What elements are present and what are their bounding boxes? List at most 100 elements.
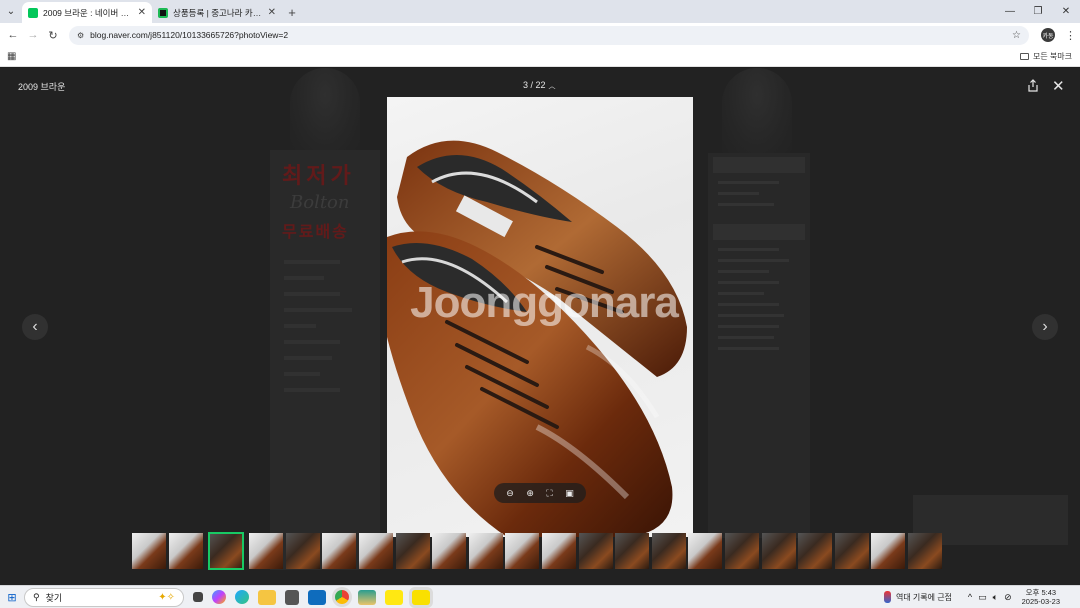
back-icon[interactable]: ← [3, 29, 23, 41]
viewer-title: 2009 브라운 [18, 82, 66, 92]
naver-blog-favicon-icon [28, 7, 38, 18]
minimize-icon[interactable]: — [996, 6, 1024, 17]
background-figure [722, 68, 792, 158]
thumbnail[interactable] [322, 533, 357, 569]
background-banner-line2: Bolton [290, 192, 350, 213]
thumbnail[interactable] [358, 533, 393, 569]
forward-icon[interactable]: → [23, 29, 43, 41]
thumbnail[interactable] [168, 533, 203, 569]
all-bookmarks-button[interactable]: 모든 북마크 [1019, 51, 1072, 62]
previous-photo-button[interactable]: ‹ [22, 314, 48, 340]
bookmarks-bar: ▦ 모든 북마크 [0, 47, 1080, 67]
apps-grid-icon[interactable]: ▦ [7, 51, 16, 62]
taskbar-search[interactable]: ⚲ 찾기 ✦✧ [24, 587, 184, 607]
app-stack-icon[interactable] [358, 589, 376, 605]
chevron-up-icon: ︿ [548, 83, 556, 90]
close-tab-icon[interactable]: ✕ [268, 7, 276, 18]
thumbnail[interactable] [871, 533, 906, 569]
tab-naver-blog[interactable]: 2009 브라운 : 네이버 블로그 ✕ [22, 2, 152, 23]
network-icon[interactable]: ▭ [978, 592, 987, 603]
share-icon[interactable] [1027, 79, 1039, 92]
menu-kebab-icon[interactable]: ⋮ [1065, 29, 1076, 42]
windows-start-icon[interactable]: ⊞ [0, 591, 24, 604]
weather-thermometer-icon [883, 591, 891, 603]
thumbnail[interactable] [907, 533, 942, 569]
photo-counter-text: 3 / 22 [523, 80, 546, 90]
background-banner-line3: 무료배송 [282, 224, 349, 241]
thumbnail[interactable] [249, 533, 284, 569]
photo-viewer: 최저가 Bolton 무료배송 2009 브라운 3 / 22︿ ✕ ‹ › [0, 68, 1080, 585]
background-figure [290, 68, 360, 158]
tab-search-chevron-icon[interactable]: ⌄ [0, 0, 22, 23]
tab-joonggonara[interactable]: 상품등록 | 중고나라 카페에서 ✕ [152, 2, 282, 23]
close-window-icon[interactable]: ✕ [1052, 6, 1080, 17]
thumbnail[interactable] [468, 533, 503, 569]
thumbnail[interactable] [505, 533, 540, 569]
zoom-in-icon[interactable]: ⊕ [526, 488, 534, 499]
thumbnail[interactable] [432, 533, 467, 569]
restore-icon[interactable]: ❐ [1024, 6, 1052, 17]
background-blog-sidebar: 최저가 Bolton 무료배송 [270, 150, 380, 570]
volume-icon[interactable]: 🔈︎ [993, 592, 998, 603]
address-bar[interactable]: ⚙ blog.naver.com/j851120/10133665726?pho… [69, 25, 1029, 45]
zoom-out-icon[interactable]: ⊖ [506, 488, 514, 499]
thumbnail[interactable] [834, 533, 869, 569]
photo-watermark: Joonggonara [410, 278, 679, 327]
thumbnail-strip [132, 532, 944, 570]
new-tab-button[interactable]: + [282, 2, 302, 23]
thumbnail[interactable] [798, 533, 833, 569]
copilot-sparkle-icon: ✦✧ [158, 591, 175, 603]
search-placeholder: 찾기 [45, 592, 63, 603]
background-banner-line1: 최저가 [282, 163, 355, 188]
thumbnail[interactable] [724, 533, 759, 569]
tab-label: 상품등록 | 중고나라 카페에서 [173, 7, 264, 18]
photo-counter[interactable]: 3 / 22 ︿ [523, 80, 556, 91]
kakao-icon[interactable] [385, 589, 403, 605]
joonggonara-favicon-icon [158, 7, 168, 18]
thumbnail-selected[interactable] [208, 532, 245, 570]
chrome-icon[interactable] [335, 590, 349, 604]
window-controls: — ❐ ✕ [996, 0, 1080, 23]
microsoft-store-icon[interactable] [285, 589, 299, 605]
file-explorer-icon[interactable] [258, 589, 276, 605]
system-tray: 역대 기록에 근접 ^ ▭ 🔈︎ ⊘ 오후 5:43 2025-03-23 [883, 588, 1080, 606]
settings-circle-icon[interactable]: ⊘ [1004, 592, 1012, 603]
clock-date: 2025-03-23 [1021, 597, 1060, 606]
bookmark-star-icon[interactable]: ☆ [1012, 30, 1021, 41]
site-info-icon[interactable]: ⚙ [77, 31, 84, 40]
clock-time: 오후 5:43 [1025, 588, 1057, 597]
zoom-toolbar: ⊖ ⊕ ⛶ ▣ [494, 483, 586, 503]
next-photo-button[interactable]: › [1032, 314, 1058, 340]
close-tab-icon[interactable]: ✕ [138, 7, 146, 18]
thumbnail[interactable] [651, 533, 686, 569]
kakaotalk-icon[interactable] [412, 589, 430, 605]
tab-label: 2009 브라운 : 네이버 블로그 [43, 7, 134, 18]
outlook-icon[interactable] [308, 589, 326, 605]
thumbnail[interactable] [395, 533, 430, 569]
thumbnail[interactable] [578, 533, 613, 569]
tab-strip: ⌄ 2009 브라운 : 네이버 블로그 ✕ 상품등록 | 중고나라 카페에서 … [0, 0, 1080, 23]
thumbnail[interactable] [688, 533, 723, 569]
thumbnail[interactable] [132, 533, 166, 569]
windows-taskbar: ⊞ ⚲ 찾기 ✦✧ 역대 기록에 근접 ^ ▭ 🔈︎ ⊘ 오후 5:43 202… [0, 585, 1080, 608]
browser-toolbar: ← → ↻ ⚙ blog.naver.com/j851120/101336657… [0, 23, 1080, 47]
thumbnail[interactable] [761, 533, 796, 569]
background-blog-widget [708, 153, 810, 538]
profile-avatar[interactable]: 카동 [1041, 28, 1055, 42]
fullscreen-icon[interactable]: ⛶ [546, 488, 552, 499]
background-text-lines [284, 260, 364, 404]
clock[interactable]: 오후 5:43 2025-03-23 [1022, 588, 1060, 606]
url-text: blog.naver.com/j851120/10133665726?photo… [90, 30, 289, 40]
edge-icon[interactable] [235, 590, 249, 604]
original-size-icon[interactable]: ▣ [565, 488, 574, 499]
close-viewer-icon[interactable]: ✕ [1052, 77, 1065, 95]
copilot-icon[interactable] [212, 590, 226, 604]
thumbnail[interactable] [615, 533, 650, 569]
folder-icon [1019, 53, 1029, 60]
thumbnail[interactable] [285, 533, 320, 569]
reload-icon[interactable]: ↻ [43, 29, 63, 42]
chevron-up-icon[interactable]: ^ [968, 592, 972, 602]
task-view-icon[interactable] [193, 592, 203, 602]
thumbnail[interactable] [541, 533, 576, 569]
weather-text[interactable]: 역대 기록에 근접 [896, 592, 952, 603]
